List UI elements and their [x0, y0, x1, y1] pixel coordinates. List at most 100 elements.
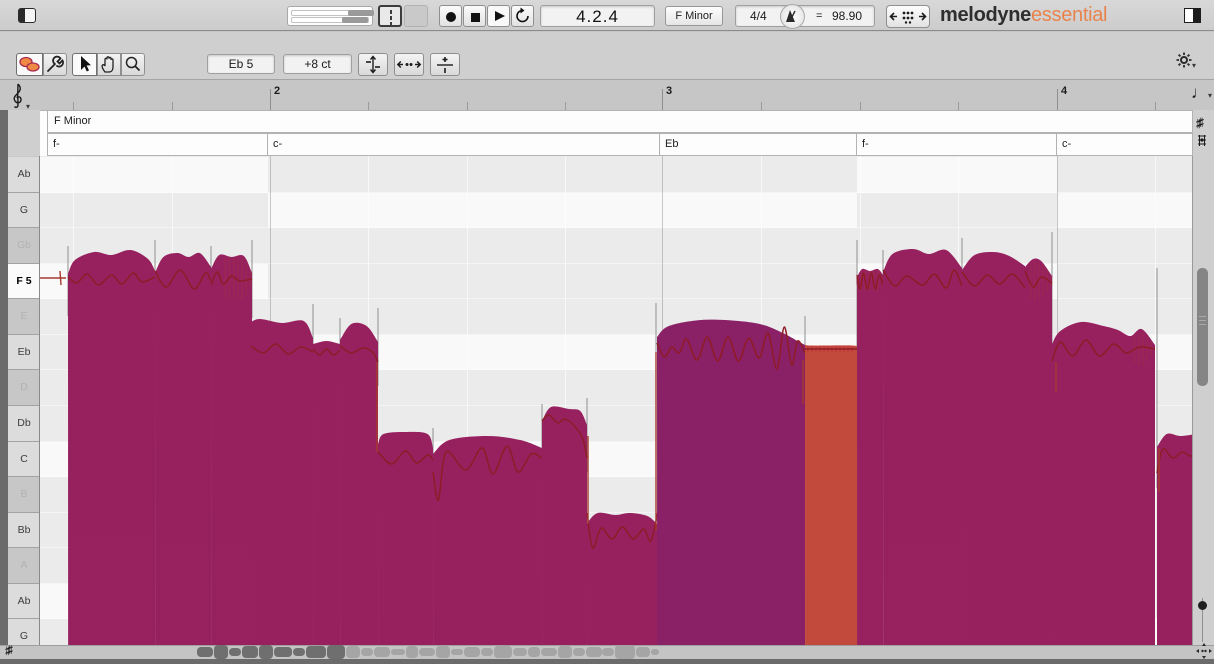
note-pitch-field[interactable]: Eb 5 [207, 54, 275, 74]
note-blob[interactable] [377, 431, 434, 645]
note-blob[interactable] [210, 254, 253, 645]
piano-key[interactable]: Ab [8, 157, 39, 193]
note-blob[interactable] [432, 436, 543, 645]
pointer-tool-button[interactable] [72, 53, 97, 76]
note-blob-body[interactable] [542, 406, 587, 645]
waveform-lump [586, 647, 602, 657]
note-blob-body[interactable] [313, 341, 340, 645]
note-blob-body[interactable] [883, 249, 962, 645]
note-blob[interactable] [312, 341, 341, 645]
level-sliders[interactable] [287, 6, 374, 26]
piano-key[interactable]: F 5 [8, 263, 39, 300]
note-blob-body[interactable] [1052, 321, 1155, 645]
play-button[interactable] [487, 5, 510, 27]
note-blob-body[interactable] [68, 249, 155, 645]
chord-grid-button[interactable] [1196, 134, 1208, 151]
piano-key[interactable]: Ab [8, 583, 39, 620]
note-blob-body[interactable] [433, 436, 542, 645]
piano-key[interactable]: Bb [8, 512, 39, 549]
note-editor-grid[interactable] [40, 156, 1193, 645]
blob-tool-button[interactable] [16, 53, 43, 76]
clef-button[interactable]: ▾ [10, 83, 40, 111]
note-blob-body[interactable] [155, 252, 211, 645]
tempo-field[interactable]: 4/4 = 98.90 [735, 4, 875, 29]
note-blob[interactable] [882, 249, 963, 645]
piano-key[interactable]: C [8, 441, 39, 478]
note-blob[interactable] [541, 406, 588, 645]
piano-key[interactable]: A [8, 548, 39, 584]
stop-button[interactable] [463, 5, 486, 27]
note-blob[interactable] [856, 268, 884, 645]
note-blob-body[interactable] [211, 254, 252, 645]
note-cents-field[interactable]: +8 ct [283, 54, 352, 74]
chord-cell[interactable]: f- [857, 133, 1057, 156]
playback-level-slider[interactable] [291, 10, 374, 16]
note-blob[interactable] [804, 344, 858, 645]
position-display[interactable]: 4.2.4 [540, 5, 655, 27]
note-blob[interactable] [961, 251, 1026, 645]
piano-key[interactable]: B [8, 477, 39, 513]
piano-key[interactable]: G [8, 192, 39, 229]
pitch-grid-button[interactable]: ♯♯ [5, 643, 13, 657]
note-blob[interactable] [656, 319, 806, 645]
record-button[interactable] [439, 5, 462, 27]
metronome-icon[interactable] [780, 4, 805, 29]
note-blob[interactable] [154, 252, 212, 645]
note-separation-button[interactable] [430, 53, 460, 76]
note-blob-body[interactable] [1157, 433, 1193, 645]
note-blob-body[interactable] [1025, 258, 1052, 645]
note-blob[interactable] [586, 510, 659, 645]
piano-key[interactable]: Db [8, 405, 39, 442]
note-blob-body[interactable] [962, 251, 1025, 645]
note-blob[interactable] [339, 322, 379, 645]
note-blob-body[interactable] [857, 268, 883, 645]
autostretch-button[interactable] [886, 5, 930, 28]
note-value-button[interactable]: ♩▾ [1191, 83, 1213, 109]
note-blob-body[interactable] [804, 344, 858, 645]
spare-toggle-button[interactable] [404, 5, 428, 27]
tempo-value[interactable]: 98.90 [832, 9, 862, 23]
key-button[interactable]: F Minor [665, 6, 723, 26]
settings-gear-button[interactable]: ▾ [1176, 52, 1202, 74]
note-blob[interactable] [1156, 433, 1193, 645]
vertical-zoom-handle[interactable] [1198, 601, 1207, 610]
chord-cell[interactable]: f- [47, 133, 268, 156]
note-blob-body[interactable] [251, 318, 313, 645]
piano-key[interactable]: D [8, 370, 39, 406]
waveform-lump [274, 647, 292, 657]
wrench-tool-button[interactable] [43, 53, 67, 76]
time-signature[interactable]: 4/4 [750, 9, 767, 23]
piano-key[interactable]: G [8, 619, 39, 645]
note-blob[interactable] [250, 318, 314, 645]
piano-key[interactable]: Gb [8, 228, 39, 264]
piano-key[interactable]: E [8, 299, 39, 335]
piano-key[interactable]: Eb [8, 334, 39, 371]
scroll-zoom-button[interactable] [1196, 643, 1212, 659]
note-blob-body[interactable] [378, 431, 433, 645]
note-blob[interactable] [1051, 321, 1156, 645]
chord-cell[interactable]: c- [268, 133, 660, 156]
zoom-tool-button[interactable] [121, 53, 145, 76]
gear-icon [1176, 52, 1192, 68]
chord-cell[interactable]: Eb [660, 133, 857, 156]
vertical-scrollbar[interactable] [1197, 268, 1208, 386]
sidebar-toggle-icon[interactable] [18, 8, 36, 23]
slider-handle[interactable] [342, 17, 368, 23]
chord-cell[interactable]: c- [1057, 133, 1193, 156]
metronome-click-button[interactable] [378, 5, 402, 27]
key-track[interactable]: F Minor [47, 110, 1193, 133]
note-blob-body[interactable] [340, 322, 378, 645]
note-blob-body[interactable] [587, 512, 658, 645]
monitor-level-slider[interactable] [291, 17, 369, 23]
panel-toggle-icon[interactable] [1184, 8, 1201, 23]
time-ruler[interactable]: ▾ 234 ♩▾ [0, 81, 1214, 111]
note-blob[interactable] [1024, 258, 1053, 645]
hand-tool-button[interactable] [97, 53, 121, 76]
note-blob-body[interactable] [657, 319, 805, 645]
note-blob[interactable] [67, 249, 156, 645]
slider-handle[interactable] [348, 10, 374, 16]
cycle-button[interactable] [511, 5, 534, 27]
quantize-time-macro-button[interactable] [394, 53, 424, 76]
chord-track-button[interactable]: ♯♯ [1196, 115, 1204, 130]
correct-pitch-macro-button[interactable] [358, 53, 388, 76]
